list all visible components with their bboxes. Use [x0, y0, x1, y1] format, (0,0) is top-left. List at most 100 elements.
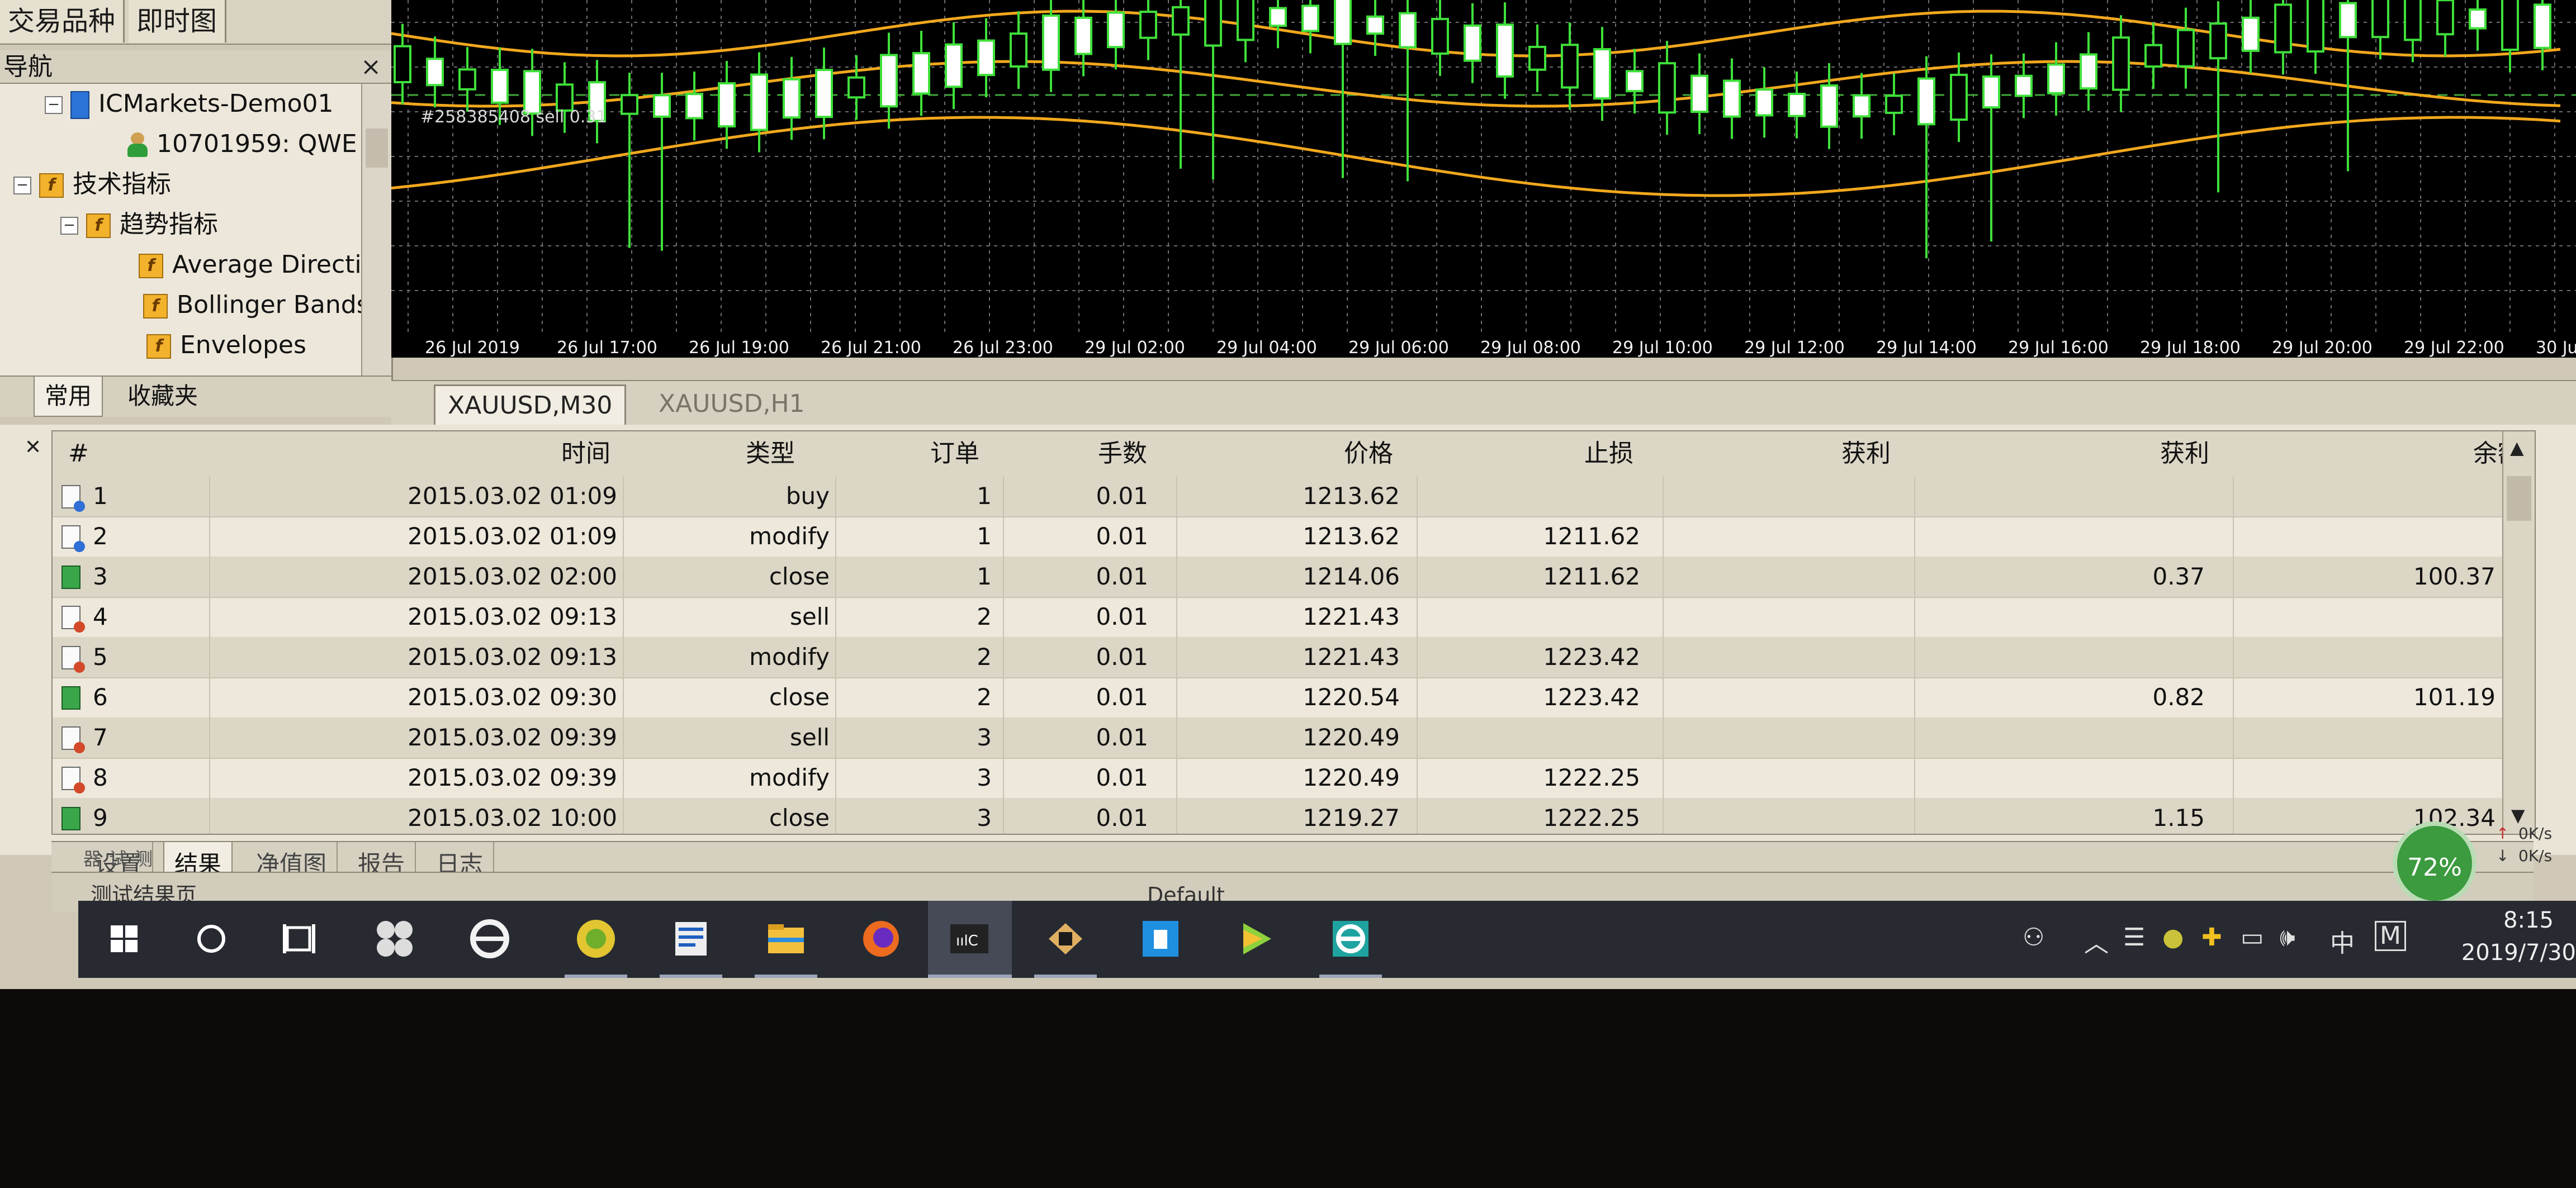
- cell-type: modify: [749, 522, 830, 550]
- running-indicator: [1319, 975, 1382, 978]
- close-icon[interactable]: ×: [361, 50, 381, 84]
- cell-profit: 1.15: [2152, 804, 2205, 831]
- table-row[interactable]: 4 2015.03.02 09:13 sell 2 0.01 1221.43: [53, 597, 2535, 638]
- cell-price: 1213.62: [1303, 482, 1400, 510]
- col-header-num[interactable]: #: [68, 431, 89, 476]
- table-row[interactable]: 8 2015.03.02 09:39 modify 3 0.01 1220.49 1222.…: [53, 758, 2535, 799]
- table-row[interactable]: 2 2015.03.02 01:09 modify 1 0.01 1213.62 1211.…: [53, 516, 2535, 558]
- video-player-icon[interactable]: [1230, 913, 1281, 964]
- collapse-icon[interactable]: −: [13, 177, 31, 194]
- clock-time[interactable]: 8:15: [2503, 907, 2554, 933]
- tree-item-account[interactable]: 10701959: QWE: [126, 124, 357, 164]
- chevron-up-icon[interactable]: ▲: [2510, 437, 2524, 458]
- price-chart[interactable]: 26 Jul 2019 26 Jul 17:00 26 Jul 19:00 26 Ju…: [391, 0, 2576, 358]
- tree-label: 趋势指标: [120, 210, 218, 239]
- tree-item-bollinger[interactable]: f Bollinger Bands: [143, 285, 370, 325]
- table-row[interactable]: 7 2015.03.02 09:39 sell 3 0.01 1220.49: [53, 717, 2535, 759]
- navigator-scrollbar[interactable]: [361, 84, 391, 386]
- tree-label: 10701959: QWE: [157, 130, 357, 158]
- browser-360-icon[interactable]: [570, 913, 622, 964]
- cell-order: 1: [977, 563, 992, 590]
- col-header-lots[interactable]: 手数: [1098, 431, 1147, 476]
- monitor-bezel: [0, 989, 2576, 1188]
- close-icon[interactable]: ✕: [25, 436, 41, 459]
- task-view-icon[interactable]: [274, 913, 325, 964]
- col-header-time[interactable]: 时间: [561, 431, 610, 476]
- browser-tray-icon[interactable]: ●: [2162, 923, 2184, 952]
- tab-symbols[interactable]: 交易品种: [0, 0, 125, 42]
- col-header-type[interactable]: 类型: [746, 431, 795, 476]
- time-axis-label: 29 Jul 22:00: [2404, 338, 2504, 358]
- table-row[interactable]: 5 2015.03.02 09:13 modify 2 0.01 1221.43 1223.…: [53, 637, 2535, 678]
- chevron-up-icon[interactable]: ︿: [2084, 923, 2109, 959]
- cell-price: 1213.62: [1303, 522, 1400, 550]
- monitor-screen: 交易品种 即时图 导航 × − ICMarkets-Demo01 10701959…: [0, 0, 2576, 989]
- results-table: # 时间 类型 订单 手数 价格 止损 获利 获利 余额 1 2015.03.02…: [51, 430, 2536, 835]
- table-header: # 时间 类型 订单 手数 价格 止损 获利 获利 余额: [53, 431, 2535, 477]
- tab-xauusd-h1[interactable]: XAUUSD,H1: [646, 384, 817, 424]
- wifi-icon[interactable]: ☰: [2123, 923, 2145, 952]
- collapse-icon[interactable]: −: [45, 96, 63, 114]
- table-row[interactable]: 3 2015.03.02 02:00 close 1 0.01 1214.06 1211.6…: [53, 557, 2535, 598]
- tree-item-adx[interactable]: f Average Directio: [139, 245, 377, 285]
- edge-browser-icon[interactable]: [1325, 913, 1376, 964]
- col-header-profit[interactable]: 获利: [2160, 431, 2209, 476]
- tree-item-account-server[interactable]: − ICMarkets-Demo01: [45, 84, 333, 124]
- tab-tick-chart[interactable]: 即时图: [129, 0, 227, 42]
- table-row[interactable]: 9 2015.03.02 10:00 close 3 0.01 1219.27 1222.2…: [53, 798, 2535, 834]
- time-axis-label: 26 Jul 23:00: [953, 338, 1053, 358]
- wps-writer-icon[interactable]: [665, 913, 717, 964]
- cell-lots: 0.01: [1096, 482, 1148, 510]
- scrollbar-thumb[interactable]: [366, 129, 388, 168]
- col-header-tp[interactable]: 获利: [1841, 431, 1891, 476]
- collapse-icon[interactable]: −: [60, 217, 78, 235]
- upload-speed: 0K/s: [2518, 824, 2553, 843]
- pinwheel-app-icon[interactable]: [369, 913, 420, 964]
- tree-item-envelopes[interactable]: f Envelopes: [146, 325, 306, 365]
- cortana-search-icon[interactable]: [186, 913, 237, 964]
- tree-label: Envelopes: [180, 331, 306, 359]
- tab-common[interactable]: 常用: [34, 377, 103, 417]
- internet-explorer-icon[interactable]: [464, 913, 515, 964]
- firefox-icon[interactable]: [855, 913, 907, 964]
- col-header-price[interactable]: 价格: [1344, 431, 1393, 476]
- table-row[interactable]: 1 2015.03.02 01:09 buy 1 0.01 1213.62: [53, 476, 2535, 517]
- cell-num: 1: [93, 482, 108, 510]
- cell-lots: 0.01: [1096, 764, 1148, 791]
- table-row[interactable]: 6 2015.03.02 09:30 close 2 0.01 1220.54 1223.4…: [53, 677, 2535, 719]
- chevron-down-icon[interactable]: ▼: [2511, 805, 2525, 826]
- time-axis-label: 29 Jul 10:00: [1612, 338, 1713, 358]
- download-arrow-icon: ↓: [2496, 847, 2509, 865]
- table-scrollbar[interactable]: ▲ ▼: [2502, 431, 2535, 834]
- time-axis-label: 26 Jul 19:00: [689, 338, 789, 358]
- battery-icon[interactable]: ▭: [2241, 923, 2264, 952]
- cell-num: 8: [93, 764, 108, 791]
- column-divider: [1663, 476, 1664, 834]
- candle-body: [2047, 63, 2065, 94]
- tab-favorites[interactable]: 收藏夹: [117, 377, 208, 416]
- ime-indicator[interactable]: 中: [2330, 923, 2355, 959]
- tab-xauusd-m30[interactable]: XAUUSD,M30: [434, 384, 627, 425]
- candle-body: [458, 68, 476, 91]
- windows-start-icon[interactable]: [98, 913, 150, 964]
- tree-item-indicators[interactable]: − f 技术指标: [13, 164, 171, 205]
- blue-app-icon[interactable]: [1135, 913, 1186, 964]
- navigator-title-text: 导航: [3, 53, 53, 81]
- file-explorer-icon[interactable]: [760, 913, 812, 964]
- security-tray-icon[interactable]: ✚: [2201, 923, 2222, 952]
- network-monitor-badge[interactable]: 72%: [2393, 821, 2476, 905]
- col-header-sl[interactable]: 止损: [1584, 431, 1633, 476]
- stocks-app-icon[interactable]: [1040, 913, 1091, 964]
- cell-lots: 0.01: [1096, 804, 1148, 831]
- volume-icon[interactable]: 🕪: [2280, 923, 2295, 952]
- metatrader-icon[interactable]: ıılC: [944, 913, 995, 964]
- ime-mode-indicator[interactable]: M: [2375, 921, 2406, 951]
- col-header-order[interactable]: 订单: [930, 431, 979, 476]
- cell-lots: 0.01: [1096, 563, 1148, 590]
- scrollbar-thumb[interactable]: [2507, 476, 2531, 521]
- people-icon[interactable]: ⚇: [2023, 923, 2044, 952]
- clock-date[interactable]: 2019/7/30: [2461, 940, 2576, 966]
- tree-item-trend[interactable]: − f 趋势指标: [60, 205, 218, 245]
- candle-body: [2404, 0, 2422, 41]
- candle-body: [621, 94, 638, 115]
